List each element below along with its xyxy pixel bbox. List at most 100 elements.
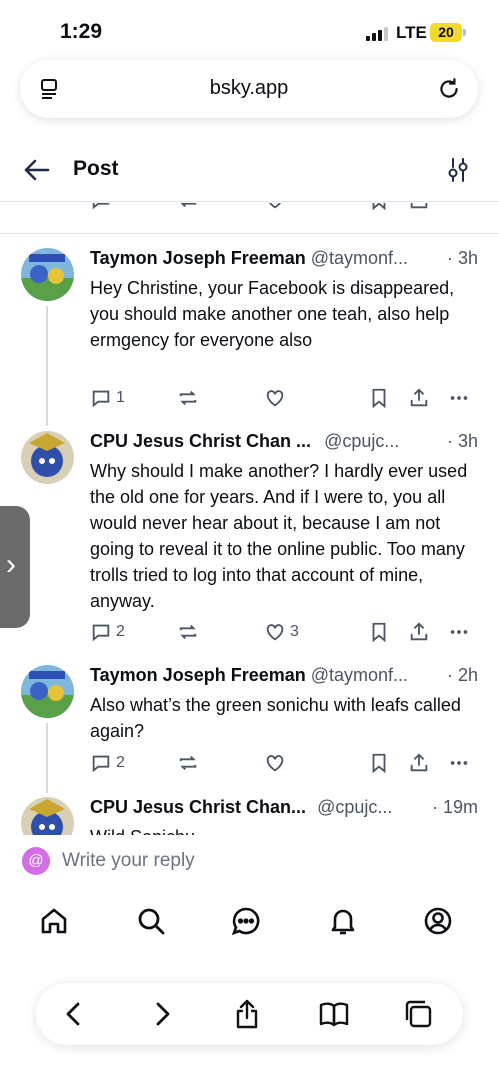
post-header: Post	[0, 140, 499, 202]
avatar[interactable]	[21, 431, 74, 484]
post-text: Also what’s the green sonichu with leafs…	[90, 695, 461, 741]
reply-icon	[92, 755, 110, 773]
like-icon	[266, 624, 284, 641]
post-actions: 1	[90, 387, 480, 413]
reply-button[interactable]: 1	[90, 387, 125, 409]
avatar[interactable]	[21, 797, 74, 835]
avatar[interactable]	[21, 665, 74, 718]
chat-icon[interactable]	[230, 905, 262, 937]
forward-arrow-icon[interactable]	[146, 998, 178, 1030]
thread-settings-icon[interactable]	[445, 157, 471, 183]
repost-button[interactable]	[177, 387, 199, 409]
author-handle[interactable]: @taymonf...	[311, 248, 408, 268]
post-time: · 2h	[446, 665, 478, 685]
reload-icon[interactable]	[436, 76, 462, 102]
repost-button[interactable]	[177, 621, 199, 643]
post-meta: CPU Jesus Christ Chan ... @cpujc... · 3h	[90, 431, 480, 457]
author-handle[interactable]: @taymonf...	[311, 665, 408, 685]
list-item[interactable]: CPU Jesus Christ Chan ... @cpujc... · 3h…	[0, 431, 499, 651]
bookmark-icon	[372, 622, 386, 643]
page-title: Post	[73, 157, 119, 180]
address-bar[interactable]: bsky.app	[20, 60, 478, 118]
reply-count: 1	[116, 389, 125, 406]
share-icon[interactable]	[231, 998, 263, 1030]
like-icon[interactable]	[264, 203, 286, 211]
post-time: · 3h	[446, 431, 478, 451]
repost-icon	[179, 390, 197, 406]
reply-count: 2	[116, 754, 125, 771]
bookmark-button[interactable]	[368, 752, 390, 774]
profile-icon[interactable]	[422, 905, 454, 937]
status-bar: 1:29 LTE 20	[0, 0, 499, 60]
edge-swipe-handle[interactable]: ›	[0, 506, 30, 628]
list-item[interactable]: Taymon Joseph Freeman @taymonf... · 2h A…	[0, 665, 499, 793]
author-handle[interactable]: @cpujc...	[324, 431, 399, 451]
repost-button[interactable]	[177, 752, 199, 774]
share-button[interactable]	[408, 621, 430, 643]
author-name[interactable]: CPU Jesus Christ Chan ...	[90, 431, 311, 451]
thread-feed[interactable]: Taymon Joseph Freeman @taymonf... · 3h H…	[0, 203, 499, 835]
thread-line	[46, 723, 48, 793]
battery-tip	[463, 29, 466, 36]
bookmarks-icon[interactable]	[318, 998, 350, 1030]
more-icon	[450, 396, 468, 400]
author-name[interactable]: CPU Jesus Christ Chan...	[90, 797, 306, 817]
status-time: 1:29	[60, 20, 103, 43]
more-button[interactable]	[448, 621, 470, 643]
share-icon[interactable]	[408, 203, 430, 211]
post-meta: Taymon Joseph Freeman @taymonf... · 2h	[90, 665, 480, 691]
avatar[interactable]	[21, 248, 74, 301]
bookmark-icon	[372, 388, 386, 409]
divider	[0, 233, 499, 234]
reply-input[interactable]	[62, 848, 462, 874]
share-icon	[410, 622, 428, 641]
tabs-icon[interactable]	[402, 998, 434, 1030]
post-actions: 2 3	[90, 621, 480, 647]
reply-button[interactable]: 2	[90, 621, 125, 643]
like-button[interactable]	[264, 387, 290, 409]
like-button[interactable]: 3	[264, 621, 299, 643]
bell-icon[interactable]	[327, 905, 359, 937]
like-count: 3	[290, 623, 299, 640]
share-icon	[410, 388, 428, 407]
more-button[interactable]	[448, 387, 470, 409]
post-time: · 19m	[431, 797, 478, 817]
more-icon[interactable]	[448, 203, 470, 211]
signal-icon	[366, 27, 388, 41]
post-text: Hey Christine, your Facebook is disappea…	[90, 278, 455, 350]
bottom-navigation	[0, 888, 499, 958]
repost-icon[interactable]	[177, 203, 199, 211]
author-name[interactable]: Taymon Joseph Freeman	[90, 665, 306, 685]
like-button[interactable]	[264, 752, 290, 774]
reply-composer[interactable]: @	[10, 836, 488, 886]
chevron-right-icon: ›	[6, 548, 16, 581]
post-time: · 3h	[446, 248, 478, 268]
list-item[interactable]: CPU Jesus Christ Chan... @cpujc... · 19m…	[0, 797, 499, 835]
reply-icon[interactable]	[90, 203, 112, 211]
back-icon[interactable]	[22, 155, 52, 185]
search-icon[interactable]	[135, 905, 167, 937]
post-text: Wild Sonichu	[90, 824, 485, 835]
bookmark-icon	[372, 753, 386, 774]
previous-post-actions	[0, 203, 499, 217]
back-arrow-icon[interactable]	[58, 998, 90, 1030]
repost-icon	[179, 755, 197, 771]
list-item[interactable]: Taymon Joseph Freeman @taymonf... · 3h H…	[0, 248, 499, 426]
home-icon[interactable]	[38, 905, 70, 937]
more-icon	[450, 630, 468, 634]
reply-icon	[92, 624, 110, 642]
reply-button[interactable]: 2	[90, 752, 125, 774]
author-handle[interactable]: @cpujc...	[317, 797, 392, 817]
thread-line	[46, 306, 48, 426]
bookmark-button[interactable]	[368, 387, 390, 409]
share-button[interactable]	[408, 752, 430, 774]
author-name[interactable]: Taymon Joseph Freeman	[90, 248, 306, 268]
more-button[interactable]	[448, 752, 470, 774]
reply-count: 2	[116, 623, 125, 640]
share-button[interactable]	[408, 387, 430, 409]
bookmark-button[interactable]	[368, 621, 390, 643]
url-text[interactable]: bsky.app	[20, 77, 478, 100]
network-label: LTE	[396, 23, 427, 42]
post-text: Why should I make another? I hardly ever…	[90, 461, 468, 611]
bookmark-icon[interactable]	[368, 203, 390, 211]
